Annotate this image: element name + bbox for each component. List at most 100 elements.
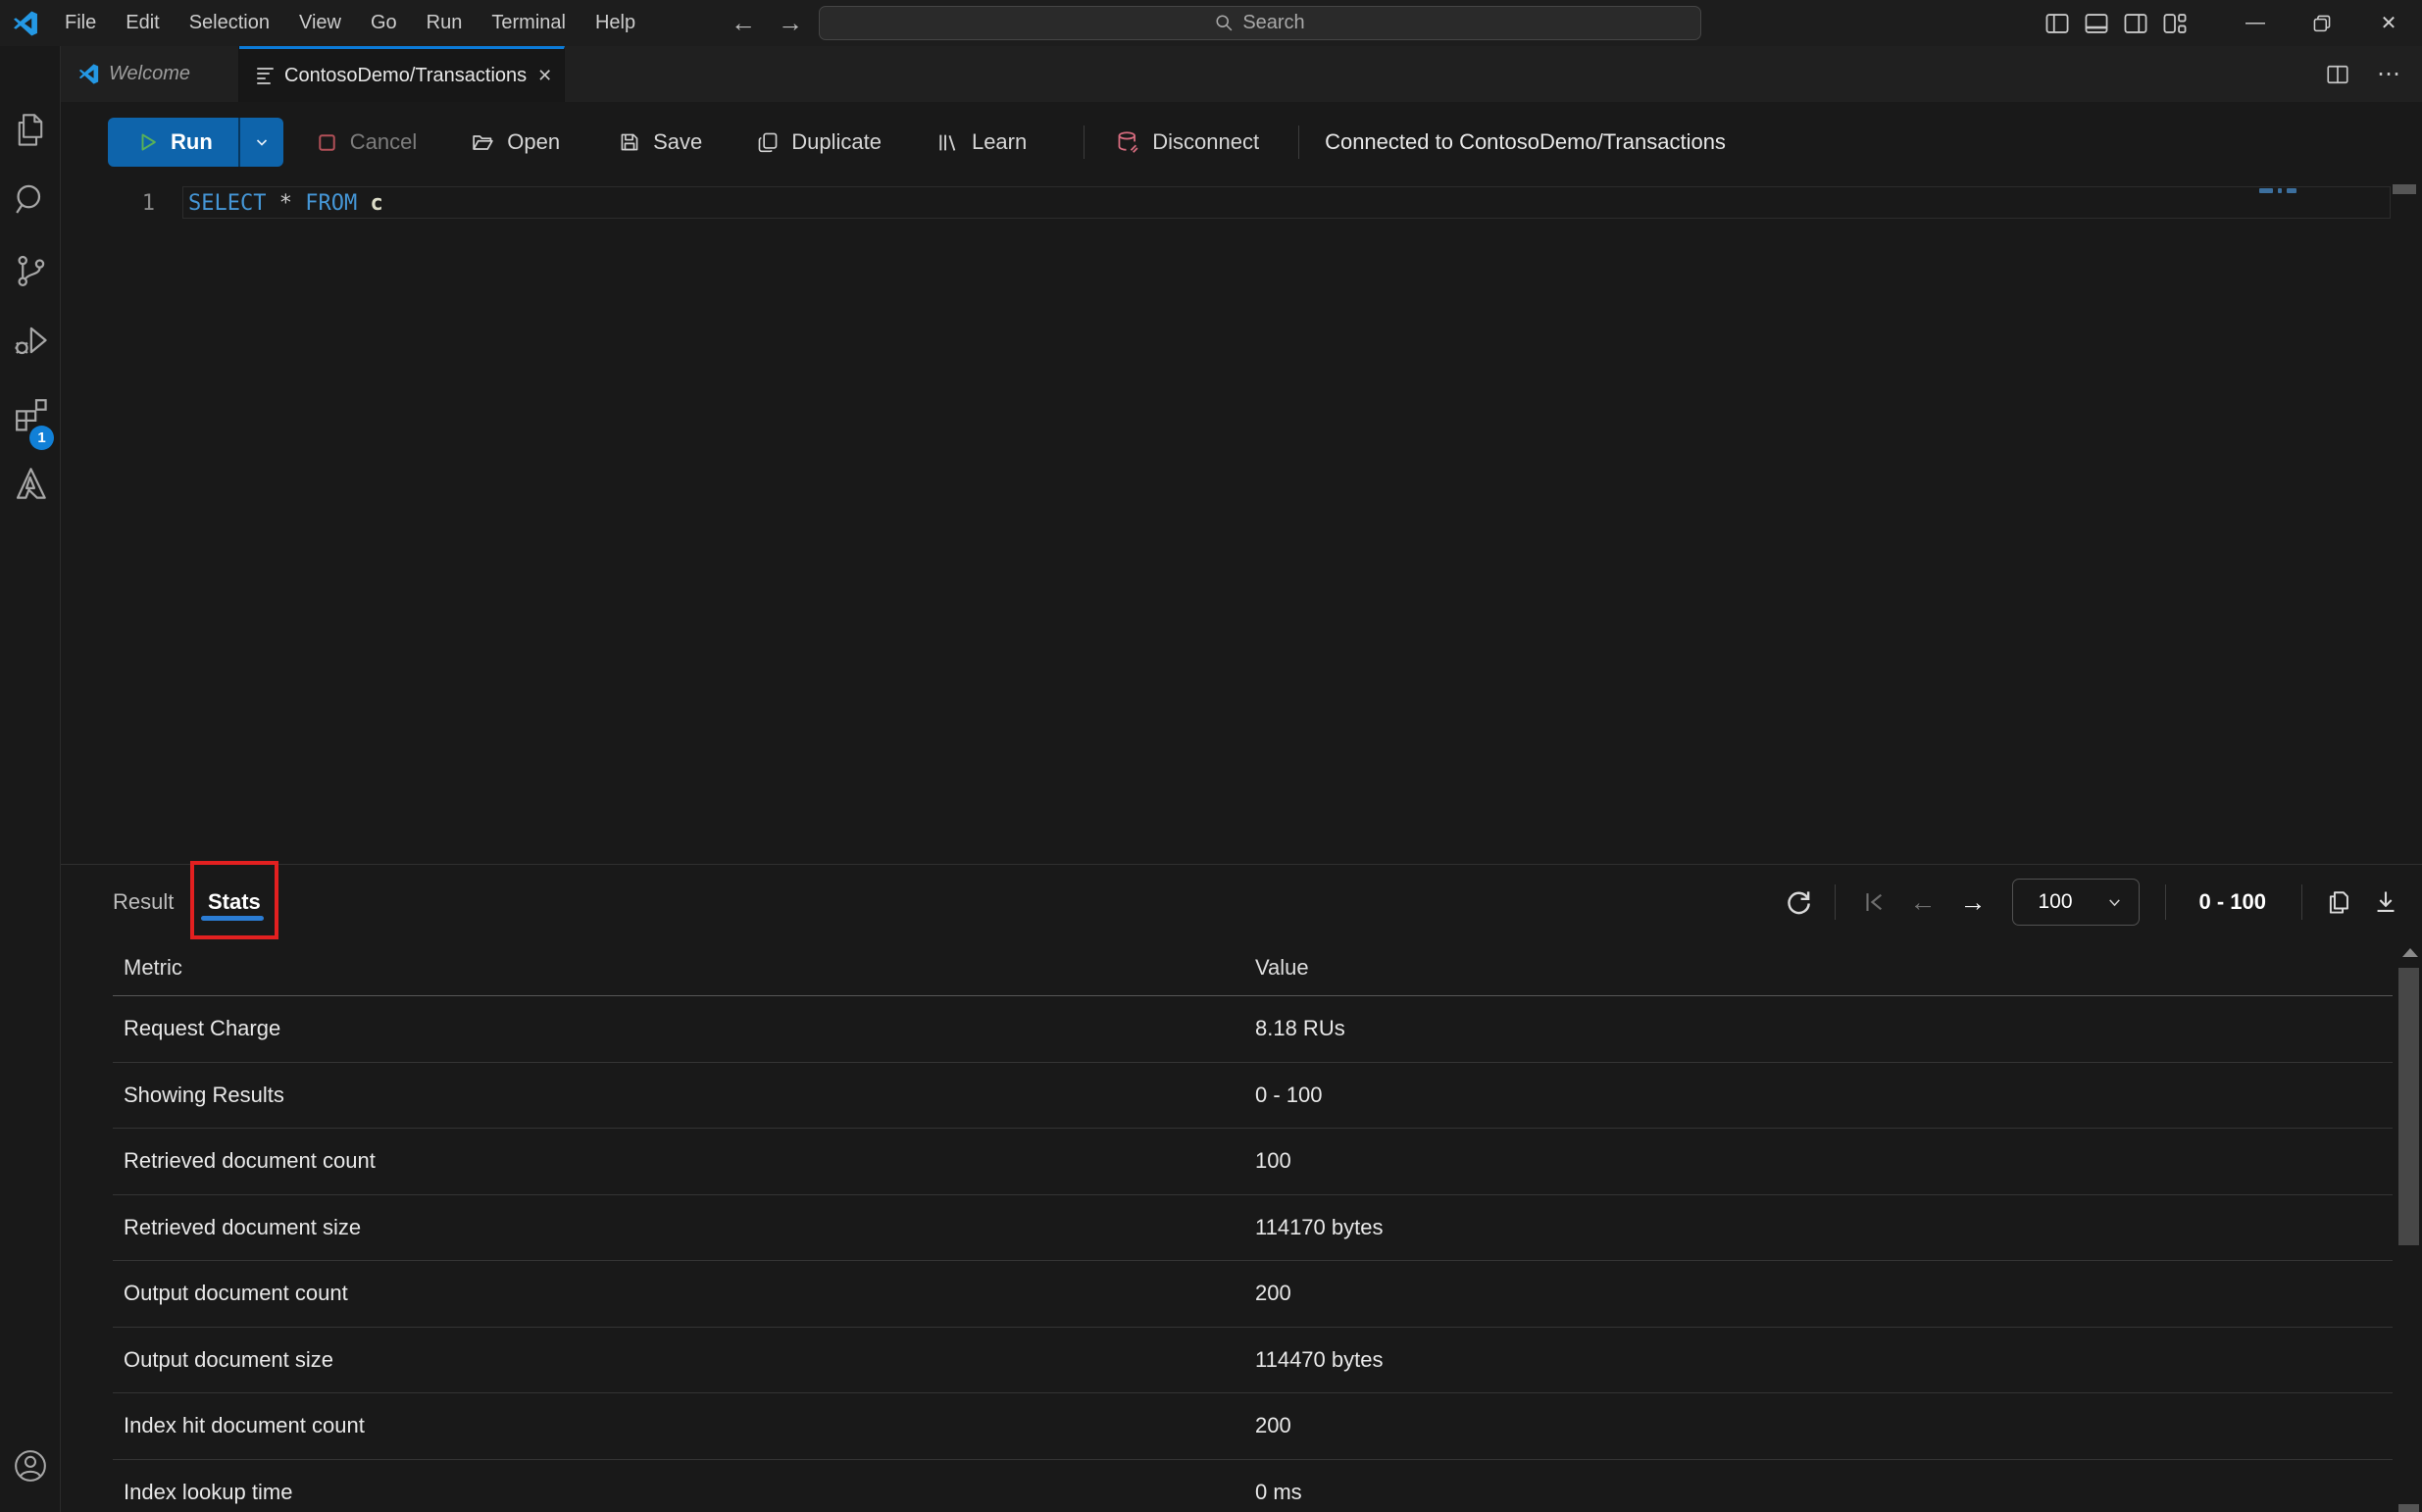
menu-go[interactable]: Go <box>356 0 412 46</box>
stats-table-header: Metric Value <box>113 940 2393 996</box>
account-icon[interactable] <box>12 1447 49 1485</box>
table-row: Output document count 200 <box>113 1261 2393 1328</box>
open-folder-icon <box>472 131 494 154</box>
line-number: 1 <box>61 191 155 216</box>
scrollbar-thumb[interactable] <box>2398 968 2419 1245</box>
chevron-down-icon <box>2106 894 2123 911</box>
menu-edit[interactable]: Edit <box>111 0 174 46</box>
tab-close-icon[interactable]: ✕ <box>537 66 552 86</box>
pager-separator-2 <box>2165 884 2166 920</box>
toolbar-separator <box>1084 126 1085 159</box>
query-toolbar: Run Cancel Open Save <box>61 102 2422 182</box>
query-editor[interactable]: 1 SELECT * FROM c <box>61 182 2422 864</box>
result-range-label: 0 - 100 <box>2199 889 2267 915</box>
back-arrow-icon[interactable]: ← <box>731 8 756 38</box>
tab-query-editor[interactable]: ContosoDemo/Transactions ✕ <box>239 46 565 102</box>
search-icon <box>1215 14 1234 32</box>
vscode-tab-icon <box>78 64 99 84</box>
refresh-icon[interactable] <box>1784 887 1813 917</box>
menu-view[interactable]: View <box>284 0 356 46</box>
command-center-search[interactable]: Search <box>819 6 1701 40</box>
download-results-icon[interactable] <box>2373 889 2398 915</box>
metric-cell: Retrieved document size <box>113 1215 361 1240</box>
more-actions-icon[interactable]: ⋯ <box>2377 60 2402 88</box>
activity-bar: 1 ⚙ <box>0 46 61 1512</box>
editor-scrollbar-thumb[interactable] <box>2393 184 2416 194</box>
search-placeholder: Search <box>1242 12 1304 34</box>
tab-result[interactable]: Result <box>113 865 174 939</box>
col-value: Value <box>1255 955 1309 981</box>
metric-cell: Showing Results <box>113 1083 284 1108</box>
connection-status: Connected to ContosoDemo/Transactions <box>1325 129 1726 155</box>
value-cell: 0 ms <box>1255 1480 1302 1505</box>
annotation-highlight-box <box>190 861 278 939</box>
explorer-icon[interactable] <box>12 111 49 148</box>
results-scrollbar[interactable] <box>2397 942 2421 1512</box>
forward-arrow-icon[interactable]: → <box>778 8 803 38</box>
table-row: Showing Results 0 - 100 <box>113 1063 2393 1130</box>
sql-star: * <box>279 191 306 216</box>
save-button[interactable]: Save <box>619 129 702 155</box>
open-button[interactable]: Open <box>472 129 560 155</box>
toggle-panel-icon[interactable] <box>2077 0 2116 46</box>
source-control-icon[interactable] <box>12 252 49 289</box>
disconnect-database-icon <box>1116 130 1139 154</box>
results-panel: Result Stats ← → 100 0 - 100 <box>61 864 2422 1512</box>
menu-run[interactable]: Run <box>412 0 478 46</box>
window-controls: — ✕ <box>2038 0 2422 46</box>
metric-cell: Index lookup time <box>113 1480 292 1505</box>
sql-keyword: SELECT <box>188 191 279 216</box>
save-icon <box>619 131 640 153</box>
metric-cell: Index hit document count <box>113 1413 365 1438</box>
menu-help[interactable]: Help <box>580 0 650 46</box>
query-editor-icon <box>257 68 274 84</box>
editor-tab-strip: Welcome ContosoDemo/Transactions ✕ ⋯ <box>61 46 2422 102</box>
prev-page-icon: ← <box>1910 889 1937 916</box>
value-cell: 114170 bytes <box>1255 1215 1383 1240</box>
customize-layout-icon[interactable] <box>2155 0 2195 46</box>
scrollbar-up-arrow-icon[interactable] <box>2402 948 2418 957</box>
search-sidebar-icon[interactable] <box>12 181 49 219</box>
toolbar-separator-2 <box>1298 126 1299 159</box>
table-row: Retrieved document size 114170 bytes <box>113 1195 2393 1262</box>
restore-button[interactable] <box>2289 0 2355 46</box>
menu-file[interactable]: File <box>50 0 111 46</box>
menu-selection[interactable]: Selection <box>175 0 284 46</box>
table-row: Index lookup time 0 ms <box>113 1460 2393 1512</box>
split-editor-icon[interactable] <box>2326 63 2349 86</box>
value-cell: 100 <box>1255 1148 1291 1174</box>
value-cell: 8.18 RUs <box>1255 1016 1345 1041</box>
tab-welcome[interactable]: Welcome <box>61 46 239 102</box>
azure-icon[interactable] <box>12 465 49 502</box>
title-bar: File Edit Selection View Go Run Terminal… <box>0 0 2422 46</box>
stats-table: Metric Value Request Charge 8.18 RUs Sho… <box>113 940 2393 1512</box>
value-cell: 200 <box>1255 1413 1291 1438</box>
minimize-button[interactable]: — <box>2222 0 2289 46</box>
table-row: Index hit document count 200 <box>113 1393 2393 1460</box>
pagination-controls: ← → 100 0 - 100 <box>1784 865 2399 939</box>
toggle-secondary-sidebar-icon[interactable] <box>2116 0 2155 46</box>
menu-bar: File Edit Selection View Go Run Terminal… <box>50 0 650 46</box>
close-window-button[interactable]: ✕ <box>2355 0 2422 46</box>
toggle-primary-sidebar-icon[interactable] <box>2038 0 2077 46</box>
current-line-highlight <box>182 186 2391 219</box>
run-debug-icon[interactable] <box>12 322 49 359</box>
run-options-caret[interactable] <box>238 118 283 167</box>
disconnect-button[interactable]: Disconnect <box>1116 129 1259 155</box>
query-text[interactable]: SELECT * FROM c <box>188 191 383 216</box>
run-button[interactable]: Run <box>108 118 238 167</box>
first-page-icon <box>1861 889 1887 915</box>
sql-alias: c <box>370 191 382 216</box>
pager-separator <box>1835 884 1836 920</box>
col-metric: Metric <box>113 955 182 981</box>
learn-button[interactable]: Learn <box>936 129 1027 155</box>
cancel-square-icon <box>317 132 337 153</box>
extensions-badge: 1 <box>29 426 54 450</box>
next-page-icon[interactable]: → <box>1960 889 1987 916</box>
duplicate-button[interactable]: Duplicate <box>757 129 882 155</box>
page-size-select[interactable]: 100 <box>2012 879 2140 926</box>
copy-results-icon[interactable] <box>2326 889 2351 915</box>
table-row: Retrieved document count 100 <box>113 1129 2393 1195</box>
menu-terminal[interactable]: Terminal <box>477 0 580 46</box>
metric-cell: Output document size <box>113 1347 333 1373</box>
